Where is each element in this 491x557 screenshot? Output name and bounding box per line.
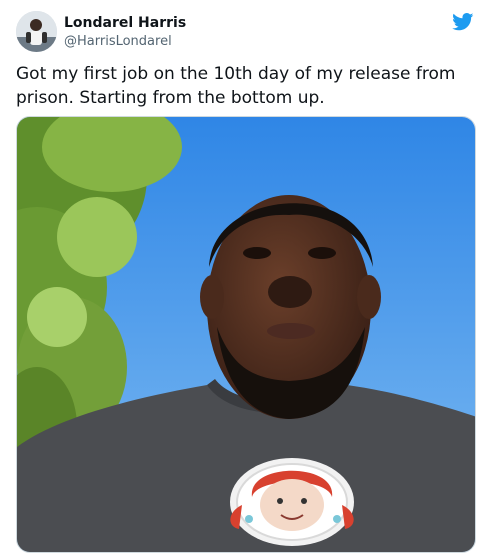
author-info: Londarel Harris @HarrisLondarel	[64, 14, 186, 50]
tweet-photo[interactable]	[16, 116, 476, 553]
author-display-name[interactable]: Londarel Harris	[64, 14, 186, 32]
tweet-text: Got my first job on the 10th day of my r…	[16, 64, 456, 108]
avatar[interactable]	[16, 11, 57, 52]
author-handle[interactable]: @HarrisLondarel	[64, 33, 186, 50]
twitter-bird-icon	[452, 13, 474, 31]
tweet-card: Londarel Harris @HarrisLondarel Got my f…	[0, 0, 491, 557]
